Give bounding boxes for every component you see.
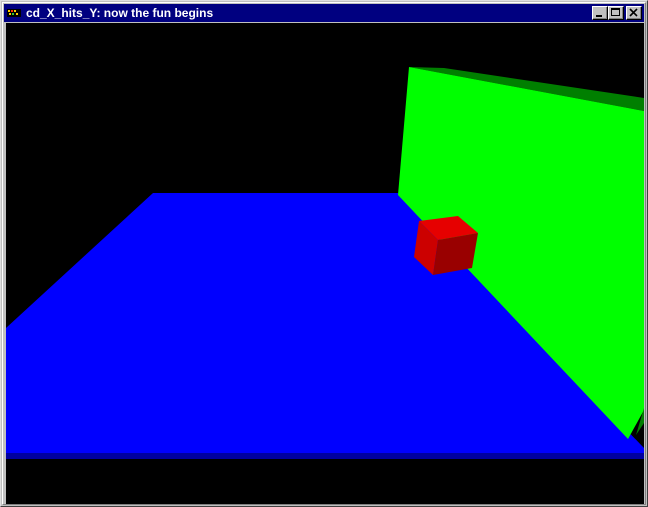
maximize-icon	[611, 8, 620, 16]
app-icon[interactable]	[6, 6, 22, 20]
minimize-icon	[596, 15, 602, 17]
app-window: cd_X_hits_Y: now the fun begins	[0, 0, 648, 507]
minimize-button[interactable]	[592, 6, 608, 20]
title-bar[interactable]: cd_X_hits_Y: now the fun begins	[4, 4, 644, 22]
maximize-button[interactable]	[608, 6, 624, 20]
window-controls	[592, 6, 642, 20]
render-viewport[interactable]	[6, 23, 644, 504]
scene-canvas[interactable]	[6, 23, 644, 504]
window-title: cd_X_hits_Y: now the fun begins	[26, 6, 214, 20]
floor-edge	[6, 453, 644, 459]
close-icon	[629, 8, 638, 17]
close-button[interactable]	[626, 6, 642, 20]
